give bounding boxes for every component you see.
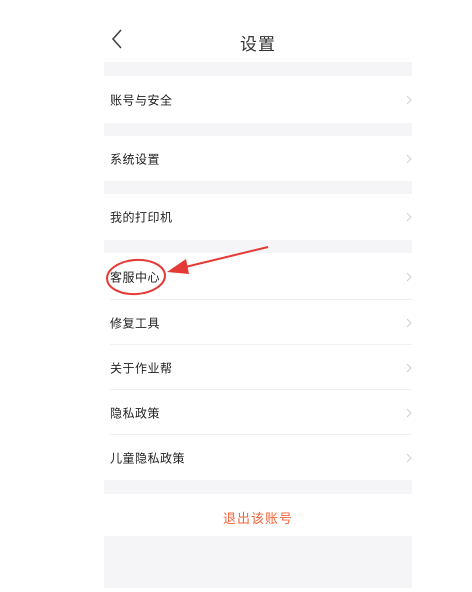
chevron-right-icon [406, 95, 412, 104]
page-title: 设置 [240, 35, 276, 55]
chevron-right-icon [406, 363, 412, 372]
menu-item-my-printer[interactable]: 我的打印机 [104, 194, 412, 240]
menu-item-child-privacy-policy[interactable]: 儿童隐私政策 [104, 435, 412, 480]
chevron-right-icon [406, 212, 412, 222]
section-gap [104, 240, 412, 253]
menu-item-system-settings[interactable]: 系统设置 [104, 136, 412, 181]
menu-item-label: 儿童隐私政策 [110, 451, 186, 465]
chevron-right-icon [406, 318, 412, 327]
menu-item-label: 系统设置 [110, 152, 161, 166]
menu-item-privacy-policy[interactable]: 隐私政策 [104, 390, 412, 435]
menu-item-label: 我的打印机 [110, 210, 173, 225]
section-gap [104, 181, 412, 194]
menu-item-label: 修复工具 [110, 316, 161, 330]
menu-item-repair-tool[interactable]: 修复工具 [104, 300, 412, 345]
menu-item-label: 隐私政策 [110, 406, 161, 420]
menu-item-account-security[interactable]: 账号与安全 [104, 76, 412, 123]
logout-button[interactable]: 退出该账号 [104, 508, 412, 527]
menu-item-label: 关于作业帮 [110, 361, 173, 375]
chevron-right-icon [406, 453, 412, 462]
bottom-gap [104, 536, 412, 588]
settings-screen: 设置 账号与安全 系统设置 我的打印机 客服中心 修复工具 关于作业帮 隐私政策… [104, 0, 412, 592]
chevron-right-icon [406, 154, 412, 163]
menu-item-label: 客服中心 [110, 270, 161, 284]
section-gap [104, 480, 412, 494]
section-gap [104, 62, 412, 76]
section-gap [104, 123, 412, 136]
chevron-right-icon [406, 272, 412, 281]
menu-item-label: 账号与安全 [110, 93, 173, 107]
menu-item-customer-service[interactable]: 客服中心 [104, 253, 412, 300]
chevron-right-icon [406, 408, 412, 417]
header: 设置 [104, 0, 412, 62]
menu-item-about[interactable]: 关于作业帮 [104, 345, 412, 390]
